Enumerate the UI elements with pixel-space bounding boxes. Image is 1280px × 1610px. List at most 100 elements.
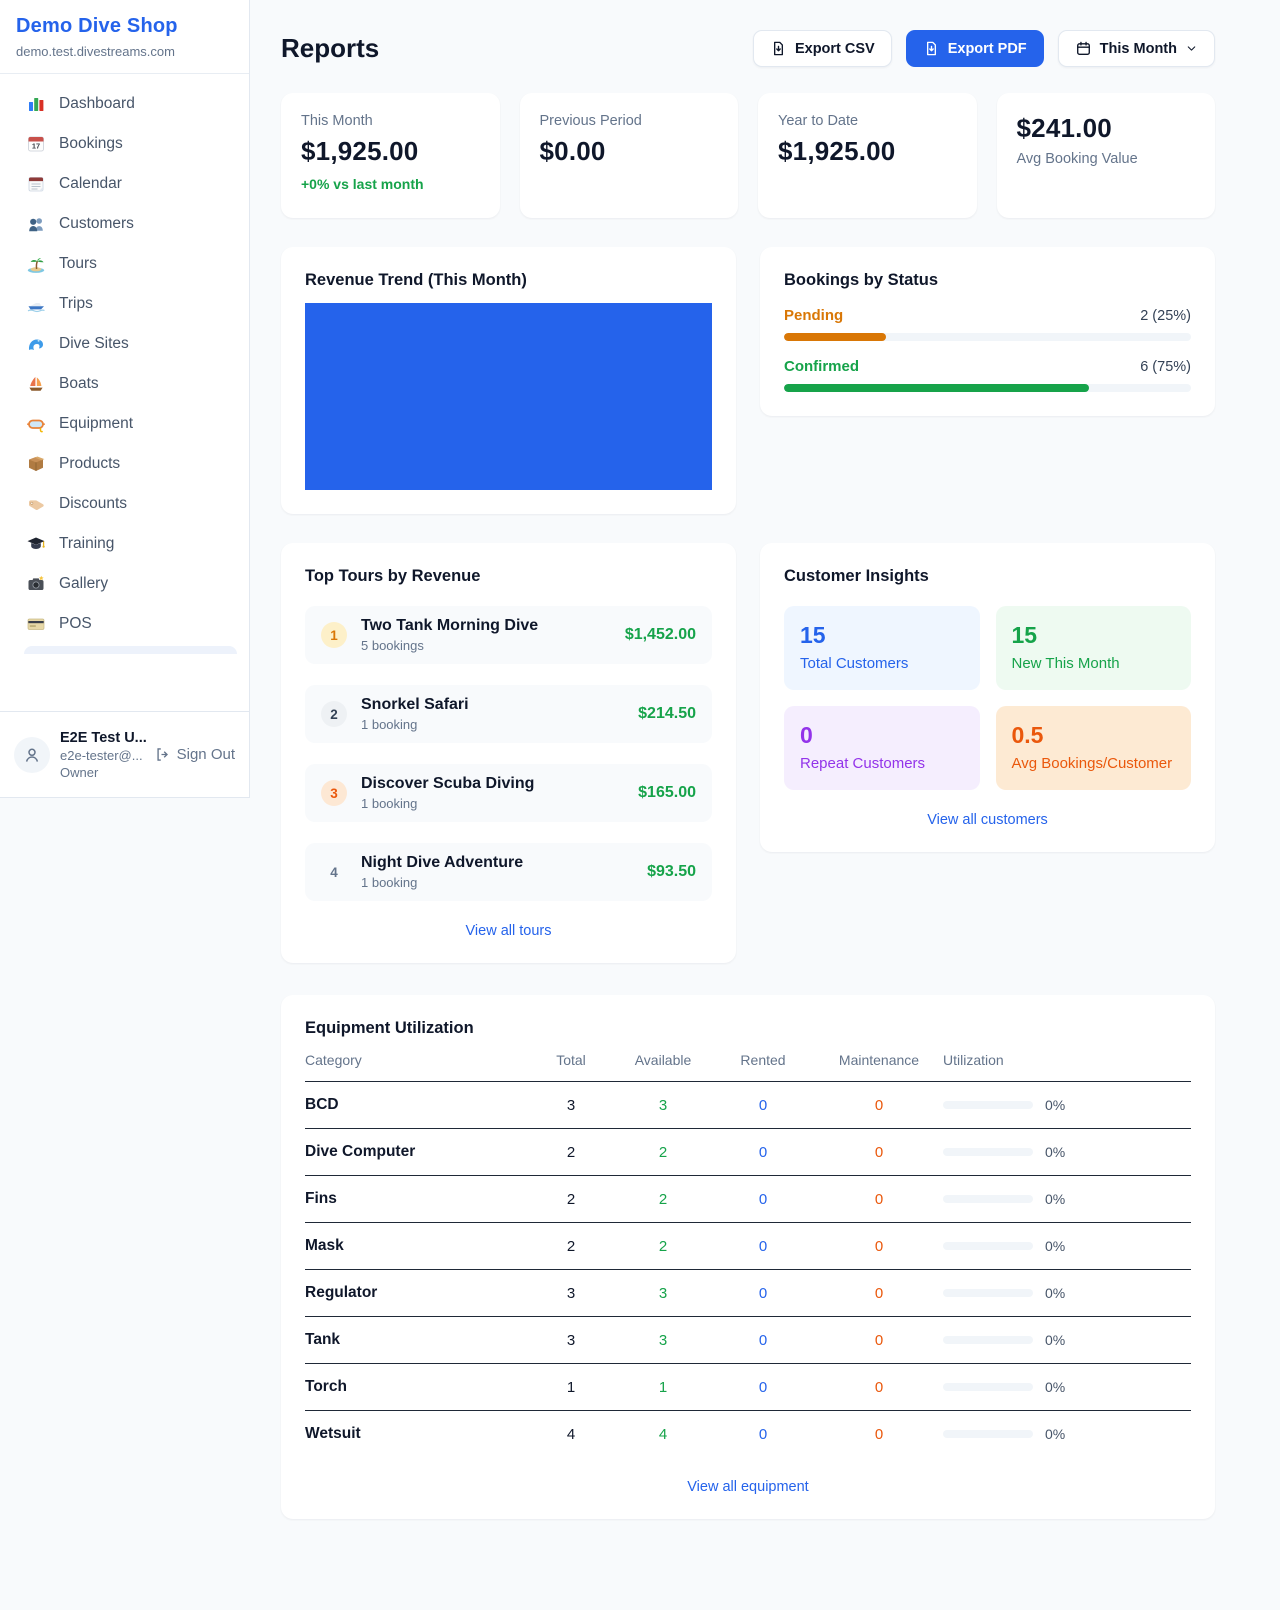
equipment-available: 3 <box>615 1097 711 1114</box>
status-bar-fill <box>784 384 1089 392</box>
sidebar-item-equipment[interactable]: Equipment <box>12 404 237 444</box>
utilization-bar-track <box>943 1242 1033 1250</box>
camera-icon <box>26 574 46 594</box>
user-role: Owner <box>60 765 144 780</box>
utilization-percent: 0% <box>1045 1379 1065 1395</box>
equipment-rented: 0 <box>711 1285 815 1302</box>
people-icon <box>26 214 46 234</box>
insight-new-this-month: 15 New This Month <box>996 606 1192 690</box>
sidebar-item-bookings[interactable]: 17 Bookings <box>12 124 237 164</box>
utilization-bar-track <box>943 1336 1033 1344</box>
equipment-utilization-card: Equipment Utilization Category Total Ava… <box>281 995 1215 1519</box>
sidebar-item-discounts[interactable]: Discounts <box>12 484 237 524</box>
equipment-utilization-title: Equipment Utilization <box>305 1019 1191 1038</box>
view-all-equipment-link[interactable]: View all equipment <box>305 1479 1191 1495</box>
sidebar-item-pos[interactable]: POS <box>12 604 237 644</box>
sidebar-item-label: Gallery <box>59 575 108 593</box>
equipment-maintenance: 0 <box>815 1191 943 1208</box>
equipment-maintenance: 0 <box>815 1379 943 1396</box>
insight-value: 15 <box>1012 622 1176 649</box>
sidebar-item-products[interactable]: Products <box>12 444 237 484</box>
file-download-icon <box>923 40 940 57</box>
dive-mask-icon <box>26 414 46 434</box>
tour-amount: $1,452.00 <box>625 626 696 644</box>
revenue-trend-title: Revenue Trend (This Month) <box>305 271 712 290</box>
sidebar-item-label: Calendar <box>59 175 122 193</box>
sidebar-item-tours[interactable]: Tours <box>12 244 237 284</box>
tour-amount: $165.00 <box>638 784 696 802</box>
period-select-value: This Month <box>1100 41 1177 57</box>
tour-row: 3 Discover Scuba Diving 1 booking $165.0… <box>305 764 712 822</box>
view-all-tours-link[interactable]: View all tours <box>305 923 712 939</box>
sidebar-nav: Dashboard 17 Bookings Calendar Customers… <box>0 74 249 654</box>
stat-label: This Month <box>301 113 480 129</box>
view-all-customers-link[interactable]: View all customers <box>784 812 1191 828</box>
export-pdf-button[interactable]: Export PDF <box>906 30 1044 67</box>
equipment-available: 3 <box>615 1332 711 1349</box>
insight-label: Avg Bookings/Customer <box>1012 755 1176 772</box>
utilization-percent: 0% <box>1045 1238 1065 1254</box>
tour-row: 1 Two Tank Morning Dive 5 bookings $1,45… <box>305 606 712 664</box>
sidebar-active-item-partial <box>24 646 237 654</box>
main-content: Reports Export CSV Export PDF This Month… <box>250 0 1280 1559</box>
sidebar-item-boats[interactable]: Boats <box>12 364 237 404</box>
tour-amount: $214.50 <box>638 705 696 723</box>
sidebar-item-gallery[interactable]: Gallery <box>12 564 237 604</box>
rank-badge: 1 <box>321 622 347 648</box>
package-icon <box>26 454 46 474</box>
insight-label: New This Month <box>1012 655 1176 672</box>
shop-domain: demo.test.divestreams.com <box>16 44 233 59</box>
rank-badge: 4 <box>321 859 347 885</box>
column-header: Maintenance <box>815 1052 943 1068</box>
lists-row: Top Tours by Revenue 1 Two Tank Morning … <box>281 543 1215 963</box>
tag-icon <box>26 494 46 514</box>
insight-value: 15 <box>800 622 964 649</box>
insight-repeat-customers: 0 Repeat Customers <box>784 706 980 790</box>
page-title: Reports <box>281 33 379 64</box>
sidebar-item-dashboard[interactable]: Dashboard <box>12 84 237 124</box>
utilization-bar-track <box>943 1383 1033 1391</box>
equipment-total: 2 <box>527 1191 615 1208</box>
stat-label: Avg Booking Value <box>1017 151 1196 167</box>
revenue-trend-card: Revenue Trend (This Month) <box>281 247 736 514</box>
table-row: Mask 2 2 0 0 0% <box>305 1223 1191 1270</box>
utilization-percent: 0% <box>1045 1144 1065 1160</box>
sidebar-item-training[interactable]: Training <box>12 524 237 564</box>
sidebar-item-label: Equipment <box>59 415 133 433</box>
stat-label: Year to Date <box>778 113 957 129</box>
user-section: E2E Test U... e2e-tester@... Owner Sign … <box>0 711 249 797</box>
sidebar-item-customers[interactable]: Customers <box>12 204 237 244</box>
equipment-total: 3 <box>527 1332 615 1349</box>
equipment-maintenance: 0 <box>815 1097 943 1114</box>
period-select[interactable]: This Month <box>1058 30 1215 67</box>
equipment-category: Fins <box>305 1190 527 1208</box>
equipment-total: 3 <box>527 1285 615 1302</box>
insights-grid: 15 Total Customers 15 New This Month 0 R… <box>784 606 1191 790</box>
avatar <box>14 737 50 773</box>
sidebar-item-label: Dashboard <box>59 95 135 113</box>
sign-out-button[interactable]: Sign Out <box>154 746 235 763</box>
tour-name: Two Tank Morning Dive <box>361 617 611 635</box>
utilization-bar-track <box>943 1289 1033 1297</box>
sidebar-item-calendar[interactable]: Calendar <box>12 164 237 204</box>
user-meta: E2E Test U... e2e-tester@... Owner <box>60 730 144 780</box>
equipment-total: 1 <box>527 1379 615 1396</box>
status-bar-track <box>784 384 1191 392</box>
sidebar-item-label: Trips <box>59 295 93 313</box>
tour-row: 4 Night Dive Adventure 1 booking $93.50 <box>305 843 712 901</box>
tour-name: Discover Scuba Diving <box>361 775 624 793</box>
export-csv-button[interactable]: Export CSV <box>753 30 892 67</box>
equipment-category: Mask <box>305 1237 527 1255</box>
status-label: Confirmed <box>784 358 859 375</box>
equipment-total: 3 <box>527 1097 615 1114</box>
stat-card-previous-period: Previous Period $0.00 <box>520 93 739 218</box>
equipment-category: Dive Computer <box>305 1143 527 1161</box>
sidebar-item-label: Tours <box>59 255 97 273</box>
sidebar-item-dive-sites[interactable]: Dive Sites <box>12 324 237 364</box>
equipment-maintenance: 0 <box>815 1144 943 1161</box>
utilization-percent: 0% <box>1045 1426 1065 1442</box>
graduation-cap-icon <box>26 534 46 554</box>
equipment-available: 2 <box>615 1238 711 1255</box>
sidebar-item-trips[interactable]: Trips <box>12 284 237 324</box>
equipment-rented: 0 <box>711 1191 815 1208</box>
